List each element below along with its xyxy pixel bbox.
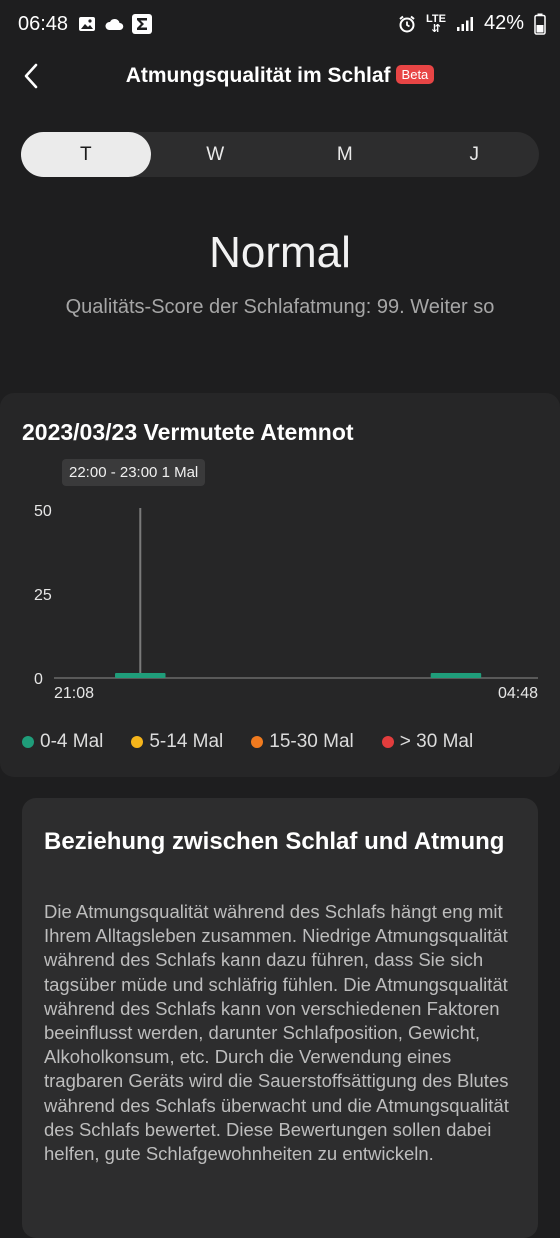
y-tick-label: 50 [34,503,52,520]
breathing-chart[interactable]: 50 25 0 21:08 04:48 [0,488,560,708]
legend-dot [381,736,394,748]
x-start-label: 21:08 [54,685,94,702]
legend-item: > 30 Mal [381,731,474,753]
x-end-label: 04:48 [498,685,538,702]
tab-year[interactable]: J [410,132,540,177]
info-title: Beziehung zwischen Schlaf und Atmung [44,828,505,855]
legend-label: 15-30 Mal [269,731,354,752]
legend-dot [131,736,144,748]
chart-card: 2023/03/23 Vermutete Atemnot 22:00 - 23:… [0,393,560,777]
info-body: Die Atmungsqualität während des Schlafs … [44,901,509,1165]
signal-icon [456,16,473,31]
legend-item: 5-14 Mal [131,731,223,753]
legend-label: 5-14 Mal [149,731,224,752]
lte-icon: LTE ⇵ [426,12,446,35]
alarm-icon [399,15,415,32]
battery-percent: 42% [483,12,524,34]
chart-title: 2023/03/23 Vermutete Atemnot [22,419,354,445]
quality-score-text: Qualitäts-Score der Schlafatmung: 99. We… [65,296,495,318]
legend-item: 0-4 Mal [22,731,103,753]
app-header: Atmungsqualität im Schlaf Beta [0,52,560,102]
chart-bar [115,673,166,678]
image-icon [79,17,95,31]
chart-legend: 0-4 Mal 5-14 Mal 15-30 Mal > 30 Mal [22,731,552,753]
status-time: 06:48 [18,13,69,35]
info-card: Beziehung zwischen Schlaf und Atmung Die… [22,798,538,1238]
header-title-wrap: Atmungsqualität im Schlaf Beta [0,64,560,88]
notification-icons [78,14,152,34]
chart-tooltip: 22:00 - 23:00 1 Mal [62,459,206,486]
y-tick-label: 25 [34,587,52,604]
legend-label: 0-4 Mal [40,731,104,752]
sigma-icon [132,14,152,34]
beta-badge: Beta [395,64,435,84]
tab-day[interactable]: T [21,132,151,177]
tab-week[interactable]: W [151,132,281,177]
tab-month[interactable]: M [280,132,410,177]
y-tick-label: 0 [34,671,43,688]
legend-dot [22,736,34,748]
legend-label: > 30 Mal [399,731,474,752]
lte-label: LTE [426,12,446,25]
battery-icon [534,13,546,35]
period-tabs: T W M J [21,132,539,177]
quality-status: Normal [209,228,351,277]
cloud-icon [105,18,124,30]
chart-bar [430,673,482,678]
legend-dot [251,736,264,748]
system-icons: LTE ⇵ 42% [398,12,546,35]
page-title: Atmungsqualität im Schlaf [125,64,391,87]
status-bar: 06:48 LTE ⇵ 42% [0,0,560,48]
legend-item: 15-30 Mal [251,731,354,753]
